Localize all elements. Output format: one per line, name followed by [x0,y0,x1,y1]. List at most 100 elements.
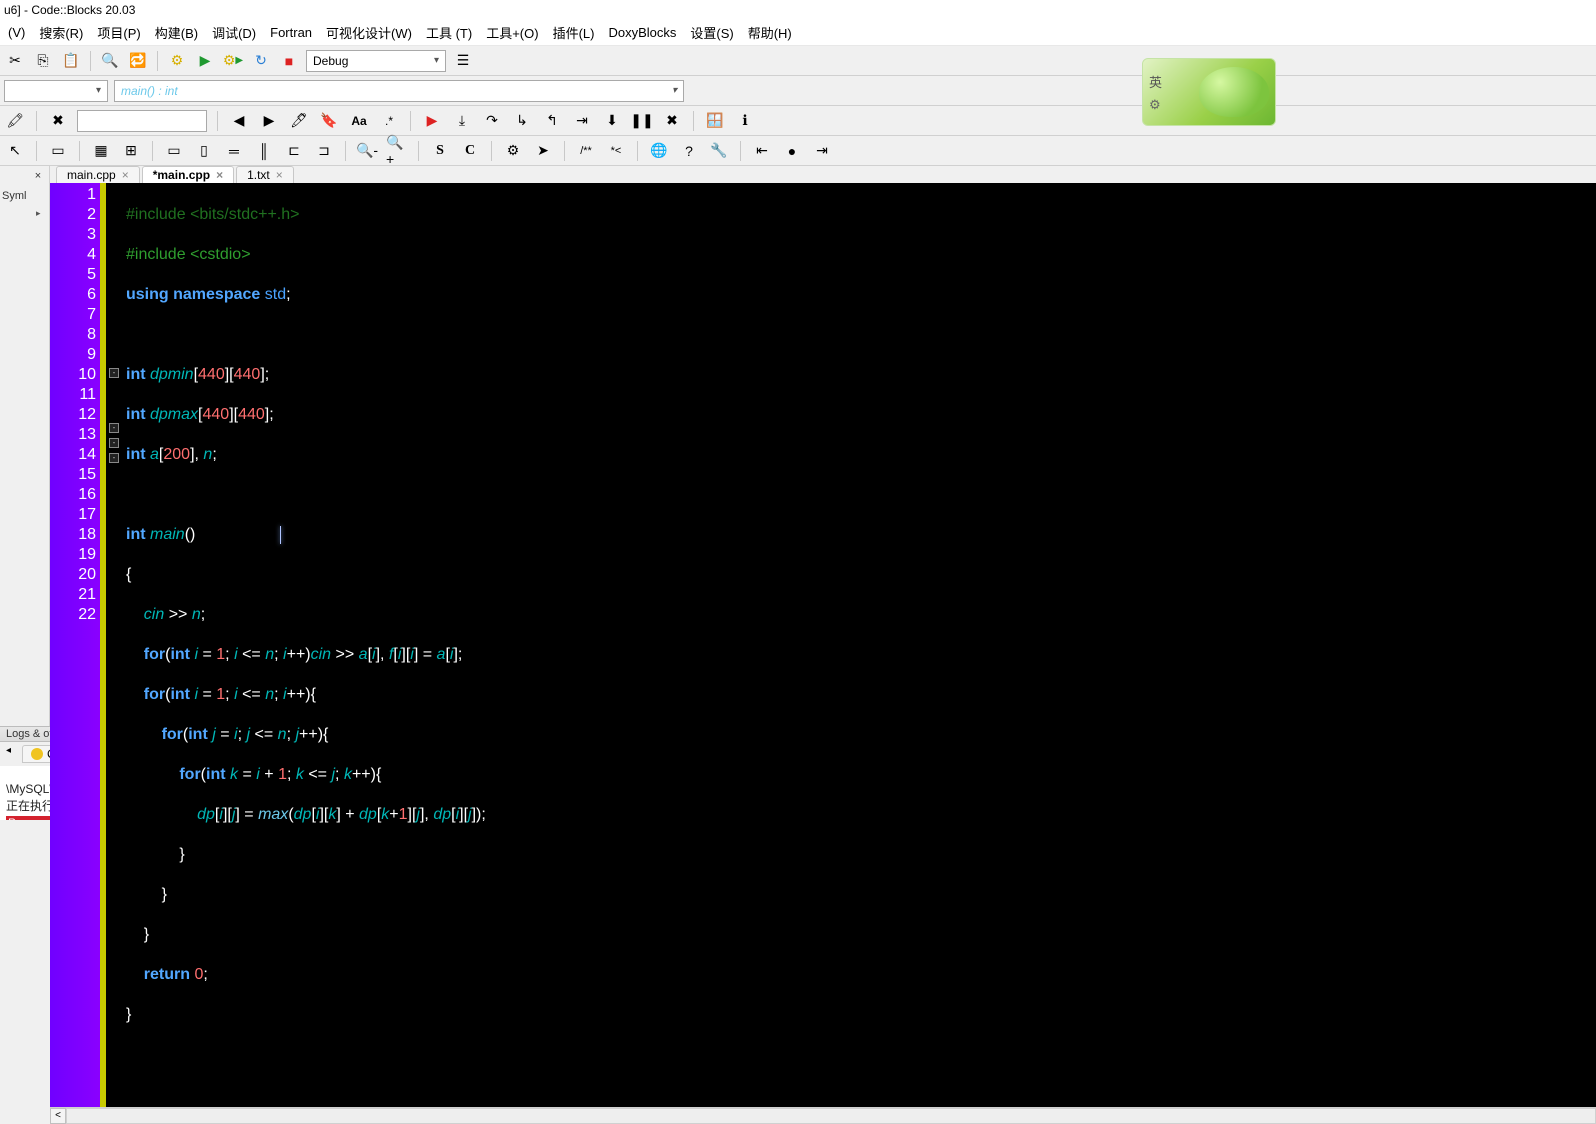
cut-icon[interactable]: ✂ [4,50,26,72]
globe-icon[interactable]: 🌐 [648,140,670,162]
help-icon[interactable]: ? [678,140,700,162]
code-body[interactable]: #include <bits/stdc++.h> #include <cstdi… [122,183,1596,1107]
fold-toggle[interactable]: - [109,423,119,433]
scope-combo[interactable]: ▾ [4,80,108,102]
tab-main-cpp-modified[interactable]: *main.cpp × [142,166,234,183]
hscroll-track[interactable] [66,1108,1596,1124]
comment-block-icon[interactable]: /** [575,140,597,162]
comment-line-icon[interactable]: *< [605,140,627,162]
highlight2-icon[interactable]: 🖊 [288,110,310,132]
ime-widget[interactable]: 英 ⚙ [1142,58,1276,126]
menu-project[interactable]: 项目(P) [91,21,146,44]
menu-wxsmith[interactable]: 可视化设计(W) [320,21,418,44]
tab2-icon[interactable]: ⊐ [313,140,335,162]
fold-toggle[interactable]: - [109,438,119,448]
jump-back-icon[interactable]: ⇤ [751,140,773,162]
fold-toggle[interactable]: - [109,453,119,463]
into-instr-icon[interactable]: ⬇ [601,110,623,132]
info-icon[interactable]: ℹ [734,110,756,132]
case-icon[interactable]: Aa [348,110,370,132]
clear-icon[interactable]: ✖ [47,110,69,132]
tab-icon[interactable]: ⊏ [283,140,305,162]
menu-view[interactable]: (V) [2,23,31,42]
code-editor[interactable]: 1234 5678 9101112 13141516 17181920 2122… [50,183,1596,1107]
menu-fortran[interactable]: Fortran [264,23,318,42]
vbox-icon[interactable]: ▯ [193,140,215,162]
close-icon[interactable]: × [31,170,45,184]
title-text: u6] - Code::Blocks 20.03 [4,3,135,17]
debug-windows-icon[interactable]: 🪟 [704,110,726,132]
build-target-combo[interactable]: Debug ▾ [306,50,446,72]
function-combo[interactable]: main() : int ▾ [114,80,684,102]
menu-doxyblocks[interactable]: DoxyBlocks [602,23,682,42]
step-into-icon[interactable]: ↳ [511,110,533,132]
menu-build[interactable]: 构建(B) [149,21,204,44]
abort-icon[interactable]: ■ [278,50,300,72]
search-input[interactable] [77,110,207,132]
logs-scroll-left[interactable]: ◂ [6,745,20,763]
run-to-cursor-icon[interactable]: ⤓ [451,110,473,132]
rebuild-icon[interactable]: ↻ [250,50,272,72]
replace-icon[interactable]: 🔁 [127,50,149,72]
scroll-left-icon[interactable]: < [50,1108,66,1124]
build-icon[interactable]: ⚙ [166,50,188,72]
zoom-in-icon[interactable]: 🔍+ [386,140,408,162]
next-icon[interactable]: ▶ [258,110,280,132]
symbols-tab-label[interactable]: Syml [0,184,49,208]
ime-lang-label: 英 [1149,72,1162,91]
close-icon[interactable]: × [276,168,283,182]
menu-tools[interactable]: 工具 (T) [420,21,478,44]
jump-rec-icon[interactable]: ● [781,140,803,162]
vlayout-icon[interactable]: ║ [253,140,275,162]
toolbar-misc: ↖ ▭ ▦ ⊞ ▭ ▯ ═ ║ ⊏ ⊐ 🔍- 🔍+ S C ⚙ ➤ /** *<… [0,136,1596,166]
stop-debug-icon[interactable]: ✖ [661,110,683,132]
fold-toggle[interactable]: - [109,368,119,378]
jump-fwd-icon[interactable]: ⇥ [811,140,833,162]
hbox-icon[interactable]: ▭ [163,140,185,162]
frame-icon[interactable]: ▭ [47,140,69,162]
toolbar-main: ✂ ⎘ 📋 🔍 🔁 ⚙ ▶ ⚙▶ ↻ ■ Debug ▾ ☰ [0,46,1596,76]
s-icon[interactable]: S [429,140,451,162]
select-target-icon[interactable]: ☰ [452,50,474,72]
close-icon[interactable]: × [216,168,223,182]
editor-tabs: main.cpp × *main.cpp × 1.txt × [50,166,1596,183]
grid-icon[interactable]: ▦ [90,140,112,162]
regex-icon[interactable]: .* [378,110,400,132]
gear-icon[interactable]: ⚙ [1149,97,1162,113]
zoom-out-icon[interactable]: 🔍- [356,140,378,162]
arrow-icon[interactable]: ➤ [532,140,554,162]
highlight-icon[interactable]: 🖍 [4,110,26,132]
run-icon[interactable]: ▶ [194,50,216,72]
menu-toolsplus[interactable]: 工具+(O) [480,21,544,44]
chevron-right-icon[interactable]: ▸ [0,208,49,219]
menubar: (V) 搜索(R) 项目(P) 构建(B) 调试(D) Fortran 可视化设… [0,20,1596,46]
c-icon[interactable]: C [459,140,481,162]
step-over-icon[interactable]: ↷ [481,110,503,132]
menu-help[interactable]: 帮助(H) [742,21,798,44]
step-out-icon[interactable]: ↰ [541,110,563,132]
table-icon[interactable]: ⊞ [120,140,142,162]
find-icon[interactable]: 🔍 [99,50,121,72]
menu-search[interactable]: 搜索(R) [33,21,89,44]
debug-start-icon[interactable]: ▶ [421,110,443,132]
tab-label: main.cpp [67,168,116,182]
hscrollbar[interactable]: < [50,1107,1596,1123]
bookmark-icon[interactable]: 🔖 [318,110,340,132]
paste-icon[interactable]: 📋 [60,50,82,72]
break-debug-icon[interactable]: ❚❚ [631,110,653,132]
wrench-icon[interactable]: 🔧 [708,140,730,162]
pointer-icon[interactable]: ↖ [4,140,26,162]
tab-1-txt[interactable]: 1.txt × [236,166,294,183]
menu-plugins[interactable]: 插件(L) [547,21,601,44]
prev-icon[interactable]: ◀ [228,110,250,132]
copy-icon[interactable]: ⎘ [32,50,54,72]
toolbar-search-debug: 🖍 ✖ ◀ ▶ 🖊 🔖 Aa .* ▶ ⤓ ↷ ↳ ↰ ⇥ ⬇ ❚❚ ✖ 🪟 ℹ [0,106,1596,136]
close-icon[interactable]: × [122,168,129,182]
tab-main-cpp[interactable]: main.cpp × [56,166,140,183]
gear2-icon[interactable]: ⚙ [502,140,524,162]
hlayout-icon[interactable]: ═ [223,140,245,162]
menu-settings[interactable]: 设置(S) [684,21,739,44]
next-instr-icon[interactable]: ⇥ [571,110,593,132]
menu-debug[interactable]: 调试(D) [206,21,262,44]
build-run-icon[interactable]: ⚙▶ [222,50,244,72]
